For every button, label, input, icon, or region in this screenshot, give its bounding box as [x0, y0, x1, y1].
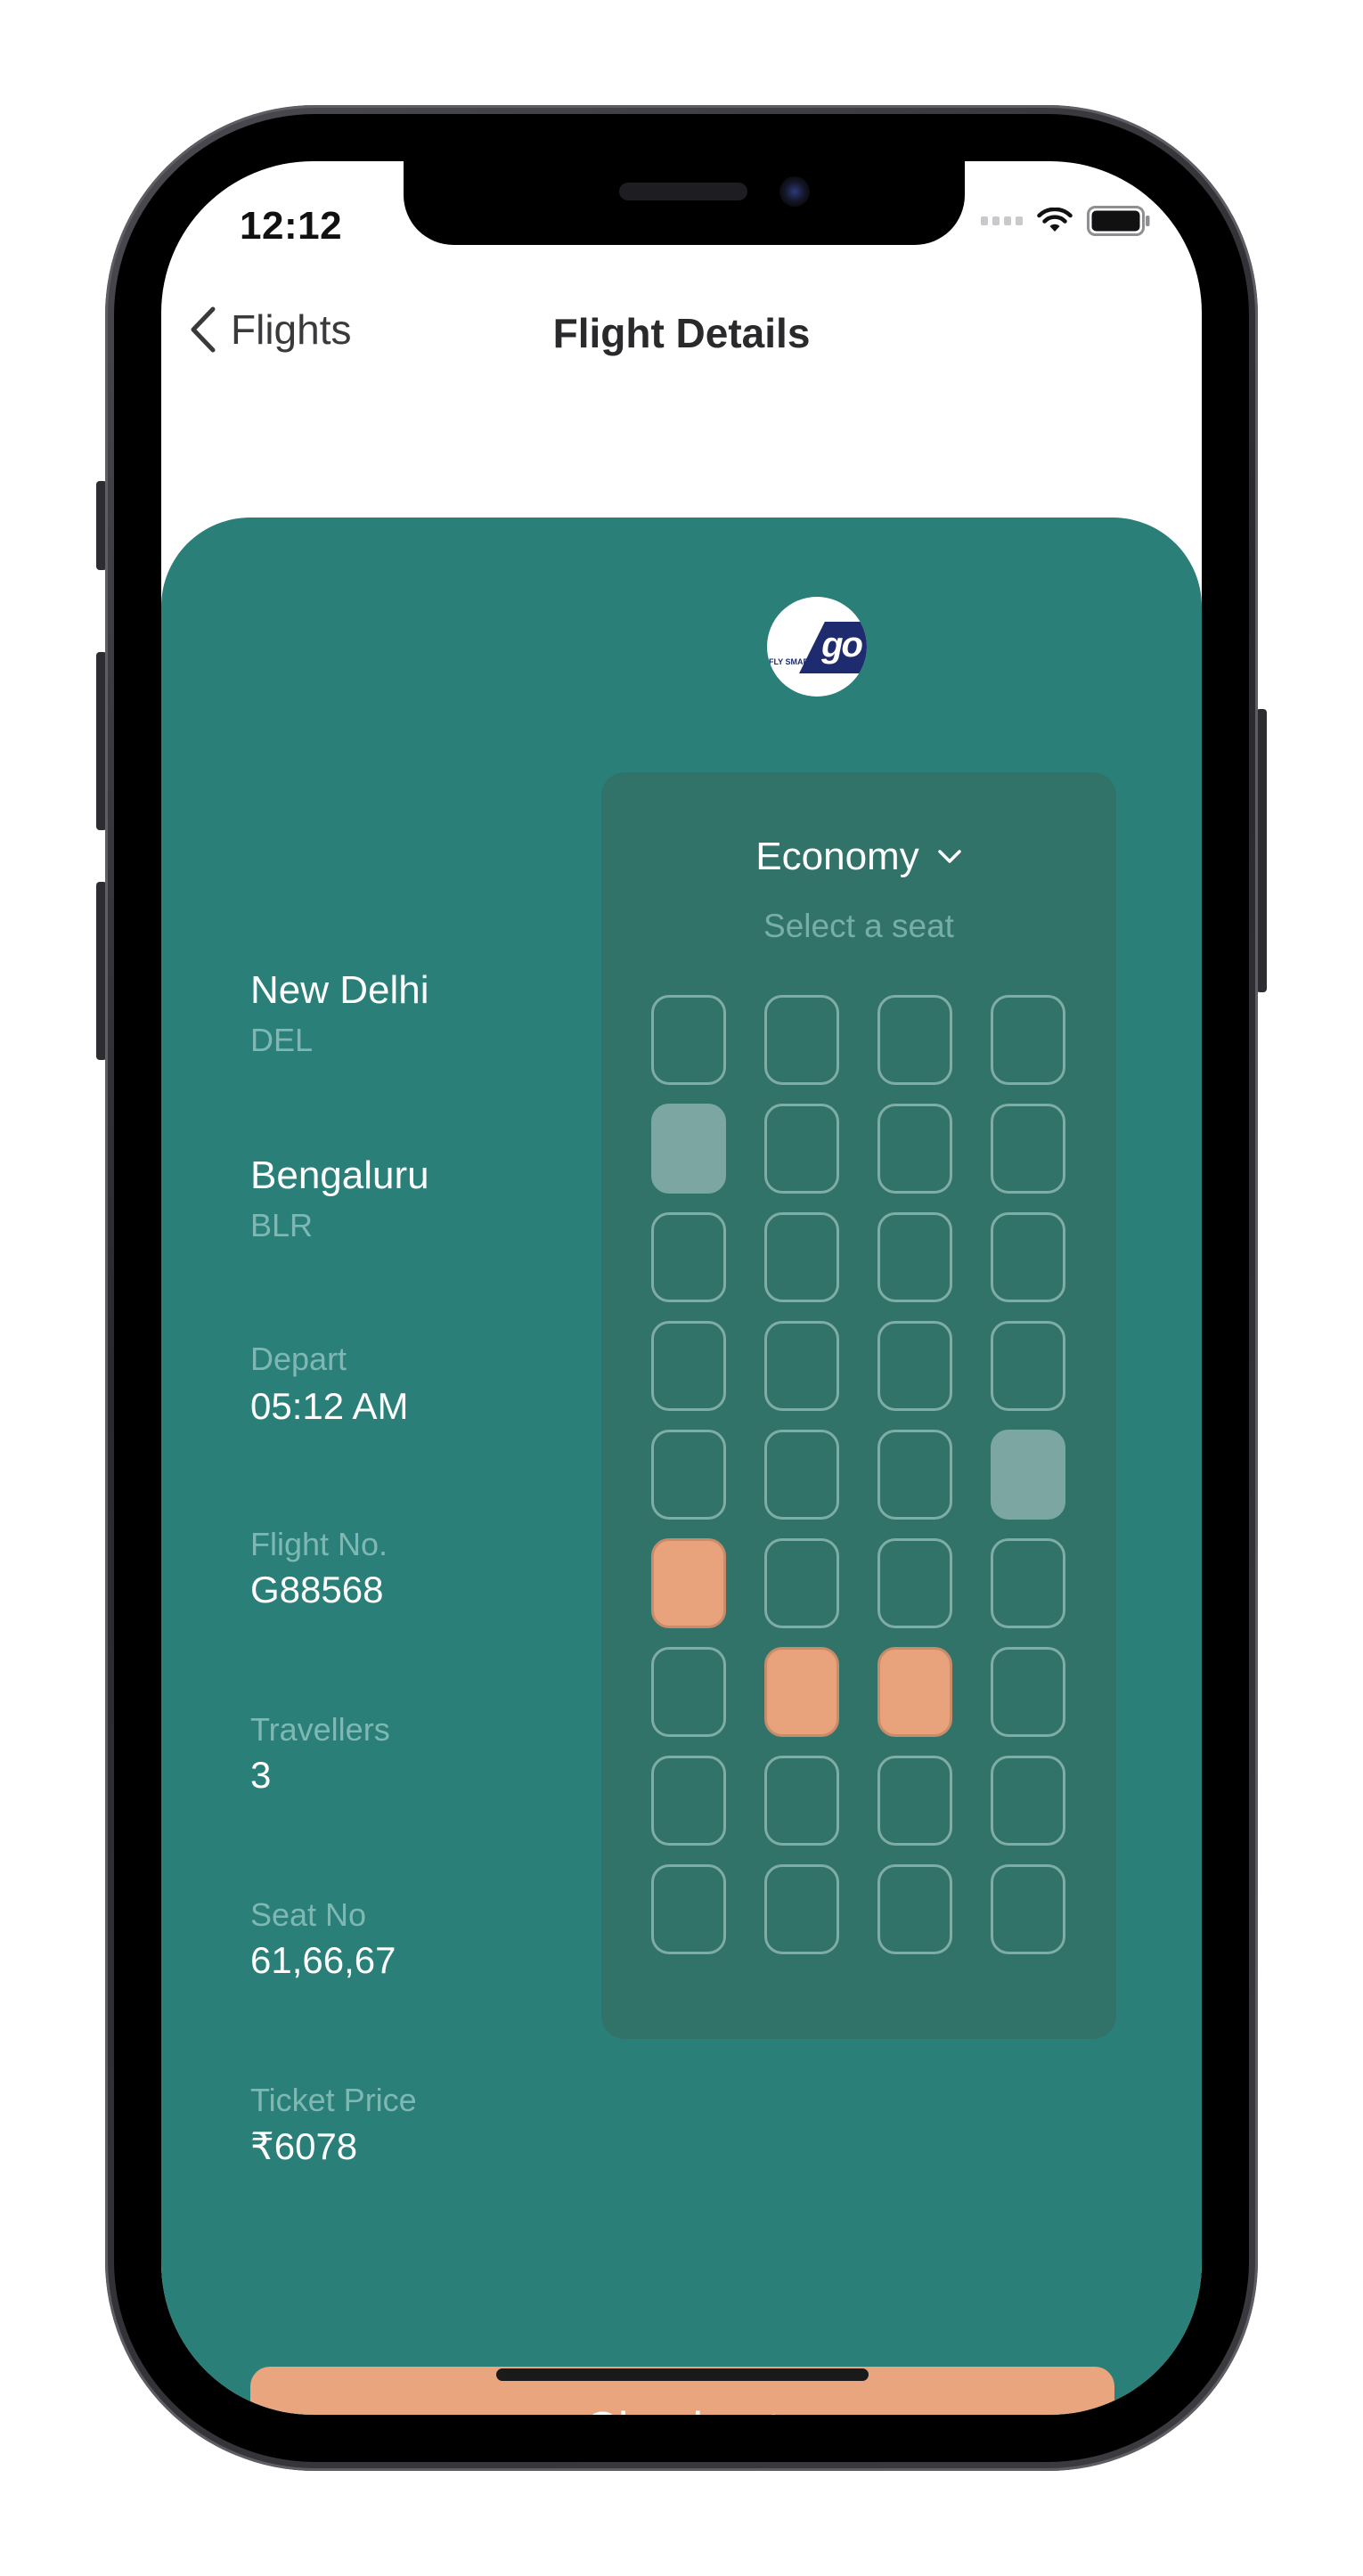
seat-available[interactable]	[991, 1647, 1065, 1737]
battery-icon	[1087, 206, 1150, 236]
seat-selected[interactable]	[764, 1647, 839, 1737]
wifi-icon	[1037, 208, 1073, 232]
seat-available[interactable]	[764, 1756, 839, 1846]
seat-available[interactable]	[991, 1756, 1065, 1846]
flight-number-label: Flight No.	[250, 1526, 388, 1562]
front-camera	[779, 176, 810, 207]
seat-available[interactable]	[764, 1321, 839, 1411]
seat-available[interactable]	[651, 1864, 726, 1954]
chevron-down-icon	[937, 850, 961, 863]
seat-available[interactable]	[877, 1430, 952, 1520]
seat-available[interactable]	[877, 1756, 952, 1846]
status-icons	[981, 206, 1151, 236]
checkout-label: Checkout	[584, 2402, 780, 2415]
origin-code: DEL	[250, 1022, 314, 1058]
seat-available[interactable]	[877, 1538, 952, 1628]
seat-available[interactable]	[991, 1104, 1065, 1194]
seat-number-value: 61,66,67	[250, 1939, 396, 1981]
seat-available[interactable]	[764, 1104, 839, 1194]
seat-available[interactable]	[764, 1212, 839, 1302]
seat-available[interactable]	[877, 995, 952, 1085]
seat-available[interactable]	[651, 995, 726, 1085]
seat-selected[interactable]	[651, 1538, 726, 1628]
destination-code: BLR	[250, 1207, 314, 1243]
seat-available[interactable]	[877, 1104, 952, 1194]
page-title: Flight Details	[552, 310, 811, 356]
signal-icon	[981, 216, 1023, 225]
seat-available[interactable]	[877, 1212, 952, 1302]
device-stage: 12:12 Flights Flight Details go FLY SMAR…	[0, 0, 1363, 2576]
seat-available[interactable]	[764, 1430, 839, 1520]
seat-available[interactable]	[651, 1430, 726, 1520]
airline-logo: go FLY SMART	[767, 597, 867, 697]
seat-hint: Select a seat	[763, 908, 954, 944]
class-label: Economy	[755, 835, 919, 878]
travellers-value: 3	[250, 1754, 272, 1796]
seat-available[interactable]	[651, 1321, 726, 1411]
earpiece-speaker	[619, 183, 747, 200]
flight-number-value: G88568	[250, 1569, 384, 1610]
seat-available[interactable]	[991, 995, 1065, 1085]
seat-booked	[651, 1104, 726, 1194]
seat-available[interactable]	[764, 1864, 839, 1954]
seat-available[interactable]	[764, 1538, 839, 1628]
flight-card: go FLY SMART New Delhi DEL Bengaluru BLR…	[161, 518, 1202, 2415]
app-screen: 12:12 Flights Flight Details go FLY SMAR…	[161, 161, 1202, 2415]
seat-number-label: Seat No	[250, 1896, 367, 1933]
logo-tagline: FLY SMART	[769, 657, 814, 666]
seat-available[interactable]	[991, 1538, 1065, 1628]
seat-available[interactable]	[651, 1647, 726, 1737]
depart-value: 05:12 AM	[250, 1385, 409, 1427]
destination-city: Bengaluru	[250, 1153, 429, 1197]
travellers-label: Travellers	[250, 1711, 390, 1748]
seat-available[interactable]	[877, 1864, 952, 1954]
seat-available[interactable]	[877, 1321, 952, 1411]
seat-available[interactable]	[991, 1212, 1065, 1302]
seat-available[interactable]	[651, 1756, 726, 1846]
seat-available[interactable]	[764, 995, 839, 1085]
ticket-price-label: Ticket Price	[250, 2082, 417, 2118]
seat-selected[interactable]	[877, 1647, 952, 1737]
seat-booked	[991, 1430, 1065, 1520]
seat-grid	[651, 995, 1065, 1954]
notch	[404, 161, 965, 245]
origin-city: New Delhi	[250, 968, 429, 1012]
class-dropdown[interactable]: Economy	[601, 835, 1116, 879]
logo-text: go	[821, 625, 863, 664]
seat-map-panel: Economy Select a seat	[601, 772, 1116, 2039]
status-time: 12:12	[240, 204, 343, 248]
seat-available[interactable]	[991, 1864, 1065, 1954]
home-indicator[interactable]	[496, 2368, 869, 2381]
seat-available[interactable]	[651, 1212, 726, 1302]
depart-label: Depart	[250, 1341, 347, 1377]
seat-available[interactable]	[991, 1321, 1065, 1411]
ticket-price-value: ₹6078	[250, 2125, 358, 2167]
